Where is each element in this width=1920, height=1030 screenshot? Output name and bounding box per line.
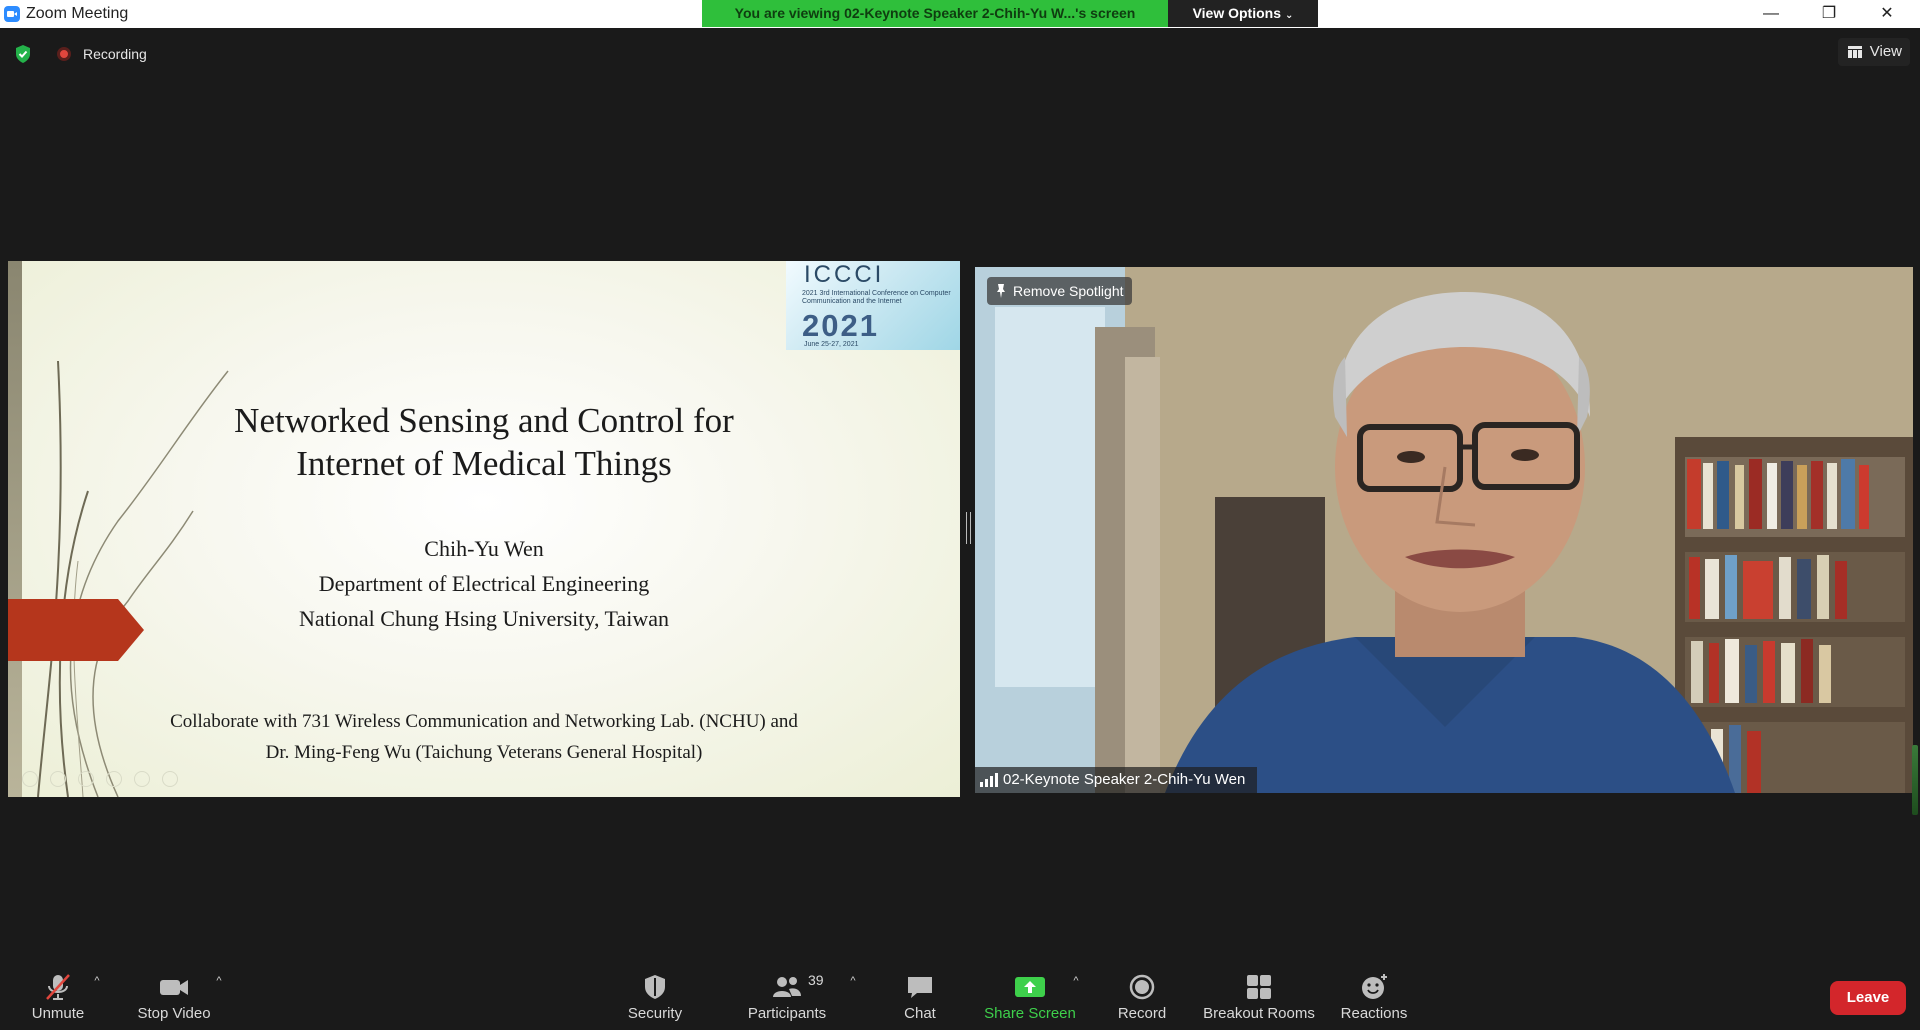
slide-collab-line-2: Dr. Ming-Feng Wu (Taichung Veterans Gene…: [265, 742, 703, 763]
view-options-button[interactable]: View Options ⌄: [1168, 0, 1318, 27]
security-label: Security: [627, 1005, 683, 1022]
slide-title: Networked Sensing and Control for Intern…: [8, 399, 960, 485]
signal-strength-icon: [980, 773, 998, 787]
recording-label: Recording: [83, 46, 147, 62]
zoom-icon[interactable]: [134, 771, 150, 787]
chevron-down-icon: ⌄: [1285, 10, 1294, 21]
video-camera-icon: [160, 980, 188, 995]
breakout-rooms-label: Breakout Rooms: [1203, 1005, 1315, 1022]
title-bar: Zoom Meeting You are viewing 02-Keynote …: [0, 0, 1920, 28]
slide-university: National Chung Hsing University, Taiwan: [299, 606, 669, 631]
remove-spotlight-label: Remove Spotlight: [1013, 283, 1124, 299]
slide-collaboration: Collaborate with 731 Wireless Communicat…: [8, 706, 960, 768]
slide-title-line-2: Internet of Medical Things: [296, 444, 672, 483]
speaker-video-frame: [975, 267, 1913, 793]
record-button[interactable]: Record: [1102, 958, 1182, 1030]
record-label: Record: [1117, 1005, 1167, 1022]
slide-author-block: Chih-Yu Wen Department of Electrical Eng…: [8, 531, 960, 636]
chat-button[interactable]: Chat: [880, 958, 960, 1030]
prev-slide-icon[interactable]: [22, 771, 38, 787]
breakout-rooms-icon: [1247, 975, 1271, 999]
participants-icon: [773, 977, 801, 997]
chat-bubble-icon: [908, 977, 932, 998]
pin-icon: [997, 284, 1005, 298]
microphone-muted-icon: [46, 974, 70, 1000]
breakout-rooms-button[interactable]: Breakout Rooms: [1196, 958, 1322, 1030]
encryption-shield-icon[interactable]: [14, 44, 32, 64]
reactions-label: Reactions: [1340, 1005, 1408, 1022]
participants-button[interactable]: Participants: [736, 958, 838, 1030]
slides-grid-icon[interactable]: [106, 771, 122, 787]
slide-collab-line-1: Collaborate with 731 Wireless Communicat…: [170, 711, 798, 732]
pen-icon[interactable]: [78, 771, 94, 787]
reactions-button[interactable]: Reactions: [1334, 958, 1414, 1030]
recording-indicator-icon: [57, 47, 71, 61]
split-view-divider-handle[interactable]: [966, 512, 971, 544]
reactions-smiley-icon: [1362, 974, 1387, 999]
participant-count-badge: 39: [808, 972, 824, 988]
zoom-app-icon: [4, 6, 20, 22]
remove-spotlight-button[interactable]: Remove Spotlight: [987, 277, 1132, 305]
slide-author-name: Chih-Yu Wen: [424, 536, 544, 561]
security-shield-icon: [645, 975, 665, 999]
unmute-button[interactable]: Unmute: [18, 958, 98, 1030]
security-button[interactable]: Security: [610, 958, 700, 1030]
restore-button[interactable]: ❐: [1800, 0, 1858, 28]
view-label: View: [1869, 43, 1902, 60]
share-screen-icon: [1015, 977, 1045, 997]
minimize-button[interactable]: —: [1742, 0, 1800, 28]
unmute-label: Unmute: [31, 1005, 85, 1022]
view-grid-icon: [1848, 46, 1862, 58]
participants-label: Participants: [747, 1005, 827, 1022]
speaker-video-tile[interactable]: Remove Spotlight 02-Keynote Speaker 2-Ch…: [975, 267, 1913, 793]
view-options-label: View Options: [1192, 5, 1282, 21]
chat-label: Chat: [904, 1005, 936, 1022]
slide-title-line-1: Networked Sensing and Control for: [234, 401, 734, 440]
record-icon: [1129, 974, 1155, 1000]
share-screen-label: Share Screen: [984, 1005, 1076, 1022]
slideshow-controls[interactable]: [22, 771, 178, 787]
conference-logo-dates: June 25-27, 2021: [804, 341, 859, 348]
stop-video-button[interactable]: Stop Video: [124, 958, 224, 1030]
participants-options-caret-icon[interactable]: ^: [844, 972, 862, 990]
share-options-caret-icon[interactable]: ^: [1067, 972, 1085, 990]
audio-options-caret-icon[interactable]: ^: [88, 972, 106, 990]
share-screen-button[interactable]: Share Screen: [978, 958, 1082, 1030]
conference-logo-year: 2021: [802, 308, 879, 343]
window-title: Zoom Meeting: [26, 5, 129, 22]
video-options-caret-icon[interactable]: ^: [210, 972, 228, 990]
viewing-screen-banner: You are viewing 02-Keynote Speaker 2-Chi…: [702, 0, 1168, 27]
participant-name-tag: 02-Keynote Speaker 2-Chih-Yu Wen: [975, 767, 1258, 793]
participant-name: 02-Keynote Speaker 2-Chih-Yu Wen: [1003, 771, 1246, 788]
leave-meeting-button[interactable]: Leave: [1830, 981, 1906, 1015]
conference-logo: ICCCI 2021 3rd International Conference …: [786, 261, 960, 350]
conference-logo-name: ICCCI: [804, 261, 885, 288]
shared-screen-slide[interactable]: ICCCI 2021 3rd International Conference …: [8, 261, 960, 797]
more-options-icon[interactable]: [162, 771, 178, 787]
close-window-button[interactable]: ✕: [1858, 0, 1916, 28]
stop-video-label: Stop Video: [137, 1005, 211, 1022]
conference-logo-subtitle: 2021 3rd International Conference on Com…: [802, 290, 951, 305]
view-button[interactable]: View: [1838, 38, 1910, 66]
next-slide-icon[interactable]: [50, 771, 66, 787]
meeting-toolbar: Unmute ^ Stop Video ^ Security Participa…: [0, 958, 1920, 1030]
slide-department: Department of Electrical Engineering: [318, 571, 650, 596]
video-gallery-scroll-indicator[interactable]: [1912, 745, 1918, 815]
